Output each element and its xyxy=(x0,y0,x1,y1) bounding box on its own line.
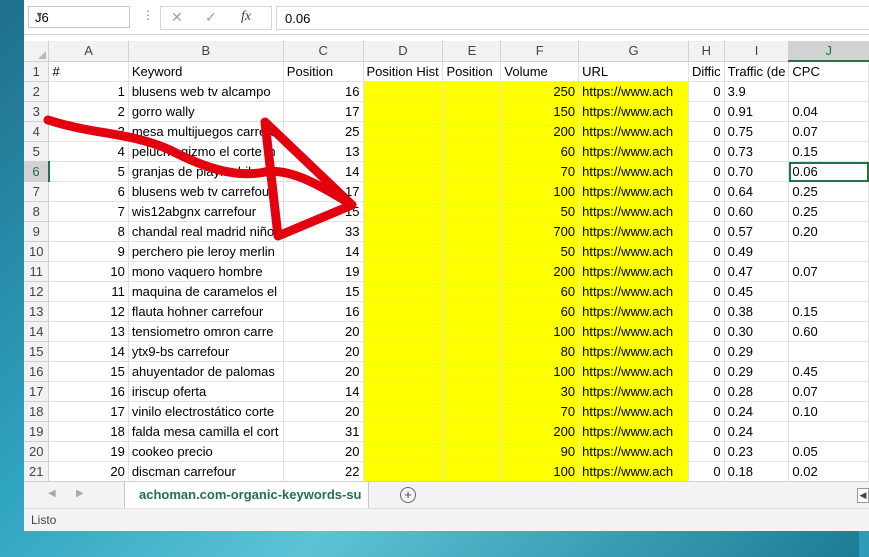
red-arrow-annotation xyxy=(43,115,357,241)
